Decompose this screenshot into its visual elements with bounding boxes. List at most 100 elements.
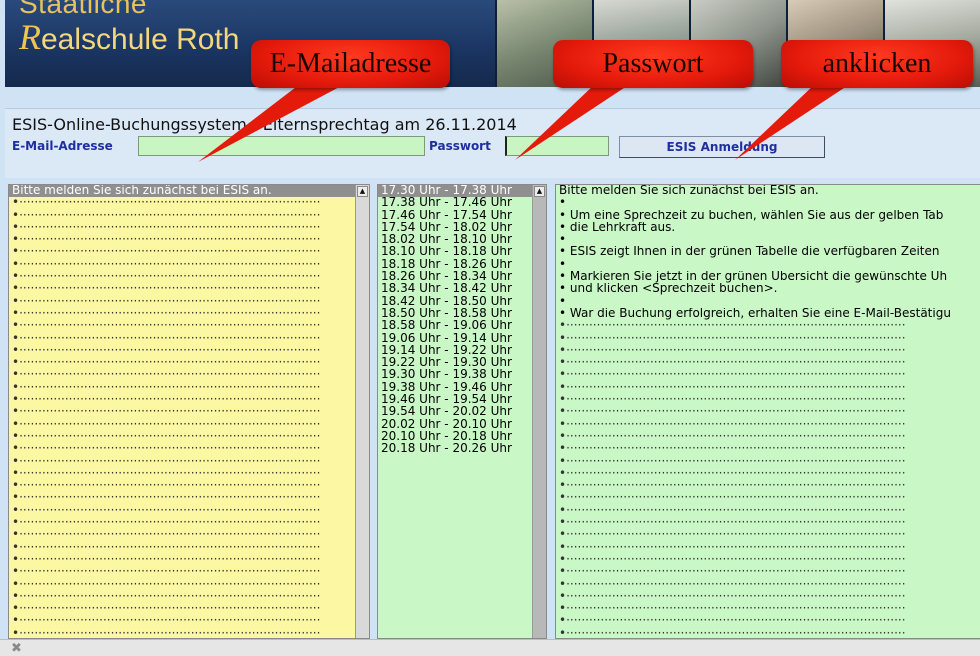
time-slot-item[interactable]: 18.02 Uhr - 18.10 Uhr [378, 234, 532, 246]
time-slot-item[interactable]: 19.38 Uhr - 19.46 Uhr [378, 382, 532, 394]
time-slot-item[interactable]: 18.18 Uhr - 18.26 Uhr [378, 259, 532, 271]
time-slot-item[interactable]: 17.38 Uhr - 17.46 Uhr [378, 197, 532, 209]
teacher-list-item[interactable]: •·······································… [9, 394, 355, 406]
teacher-list-item[interactable]: •·······································… [9, 345, 355, 357]
school-logo-r: R [19, 17, 41, 57]
teacher-list-item[interactable]: •·······································… [9, 517, 355, 529]
empty-instruction-row: •·······································… [559, 480, 906, 493]
teacher-list-item[interactable]: •·······································… [9, 382, 355, 394]
time-slot-item[interactable]: 19.14 Uhr - 19.22 Uhr [378, 345, 532, 357]
time-slot-item[interactable]: 18.26 Uhr - 18.34 Uhr [378, 271, 532, 283]
instructions-panel: Bitte melden Sie sich zunächst bei ESIS … [555, 184, 980, 639]
empty-instruction-row: •·······································… [559, 578, 906, 591]
time-slot-item[interactable]: 19.06 Uhr - 19.14 Uhr [378, 333, 532, 345]
password-field[interactable] [505, 136, 609, 156]
time-slot-item[interactable]: 20.10 Uhr - 20.18 Uhr [378, 431, 532, 443]
teacher-list-item[interactable]: •·······································… [9, 542, 355, 554]
time-slot-item[interactable]: 18.58 Uhr - 19.06 Uhr [378, 320, 532, 332]
instruction-line: • Um eine Sprechzeit zu buchen, wählen S… [559, 209, 944, 222]
teacher-list-item[interactable]: •·······································… [9, 308, 355, 320]
teacher-list-item[interactable]: •·······································… [9, 369, 355, 381]
teacher-list-item[interactable]: •·······································… [9, 283, 355, 295]
teacher-list[interactable]: Bitte melden Sie sich zunächst bei ESIS … [8, 184, 370, 639]
teacher-list-item[interactable]: •·······································… [9, 591, 355, 603]
teacher-list-item[interactable]: •·······································… [9, 357, 355, 369]
scroll-up-arrow-icon[interactable]: ▲ [534, 186, 545, 197]
teacher-list-item[interactable]: •·······································… [9, 554, 355, 566]
instruction-line: • und klicken <Sprechzeit buchen>. [559, 283, 778, 296]
time-slot-item[interactable]: 17.46 Uhr - 17.54 Uhr [378, 210, 532, 222]
time-slot-item[interactable]: 20.02 Uhr - 20.10 Uhr [378, 419, 532, 431]
teacher-list-item[interactable]: •·······································… [9, 603, 355, 615]
teacher-list-item[interactable]: •·······································… [9, 197, 355, 209]
time-slot-item[interactable]: 17.54 Uhr - 18.02 Uhr [378, 222, 532, 234]
teacher-list-item[interactable]: •·······································… [9, 615, 355, 627]
callout-email: E-Mailadresse [251, 40, 450, 88]
school-name-text: ealschule Roth [41, 23, 240, 56]
teacher-list-item[interactable]: •·······································… [9, 333, 355, 345]
teacher-list-item[interactable]: •·······································… [9, 259, 355, 271]
teacher-list-item[interactable]: •·······································… [9, 406, 355, 418]
empty-instruction-row: •·······································… [559, 504, 906, 517]
time-slot-item[interactable]: 18.50 Uhr - 18.58 Uhr [378, 308, 532, 320]
empty-instruction-row: •·······································… [559, 553, 906, 566]
time-slot-item[interactable]: 20.18 Uhr - 20.26 Uhr [378, 443, 532, 455]
esis-login-button[interactable]: ESIS Anmeldung [619, 136, 825, 158]
scroll-up-arrow-icon[interactable]: ▲ [357, 186, 368, 197]
time-slot-item[interactable]: 19.46 Uhr - 19.54 Uhr [378, 394, 532, 406]
teacher-list-item[interactable]: •·······································… [9, 271, 355, 283]
teacher-list-item[interactable]: •·······································… [9, 210, 355, 222]
time-slot-item[interactable]: 17.30 Uhr - 17.38 Uhr [378, 185, 532, 198]
teacher-list-item[interactable]: •·······································… [9, 529, 355, 541]
instruction-line: • ESIS zeigt Ihnen in der grünen Tabelle… [559, 246, 940, 259]
time-slot-list[interactable]: 17.30 Uhr - 17.38 Uhr 17.38 Uhr - 17.46 U… [377, 184, 547, 639]
instruction-line: • [559, 197, 567, 210]
teacher-list-item[interactable]: •·······································… [9, 296, 355, 308]
empty-instruction-row: •·······································… [559, 406, 906, 419]
teacher-list-item[interactable]: •·······································… [9, 566, 355, 578]
empty-instruction-row: •·······································… [559, 369, 906, 382]
time-slot-item[interactable]: 19.30 Uhr - 19.38 Uhr [378, 369, 532, 381]
teacher-list-item[interactable]: •·······································… [9, 443, 355, 455]
bottom-bar: ✖ [0, 639, 980, 656]
empty-instruction-row: •·······································… [559, 603, 906, 616]
page-title: ESIS-Online-Buchungssystem - Elternsprec… [12, 115, 517, 134]
empty-instruction-row: •·······································… [559, 492, 906, 505]
teacher-list-item[interactable]: •·······································… [9, 234, 355, 246]
teacher-list-item[interactable]: •·······································… [9, 492, 355, 504]
time-slot-item[interactable]: 18.10 Uhr - 18.18 Uhr [378, 246, 532, 258]
teacher-list-item[interactable]: •·······································… [9, 480, 355, 492]
teacher-list-item[interactable]: •·······································… [9, 456, 355, 468]
email-field[interactable] [138, 136, 425, 156]
teacher-list-item[interactable]: •·······································… [9, 222, 355, 234]
instruction-line: • [559, 258, 567, 271]
teacher-list-item[interactable]: •·······································… [9, 419, 355, 431]
teacher-list-item[interactable]: •·······································… [9, 431, 355, 443]
empty-instruction-row: •·······································… [559, 332, 906, 345]
instruction-line: • [559, 295, 567, 308]
callout-click: anklicken [781, 40, 973, 88]
time-slot-list-scrollbar[interactable]: ▲ [532, 185, 546, 638]
time-slot-item[interactable]: 18.42 Uhr - 18.50 Uhr [378, 296, 532, 308]
empty-instruction-row: •·······································… [559, 344, 906, 357]
time-slot-item[interactable]: 19.54 Uhr - 20.02 Uhr [378, 406, 532, 418]
teacher-list-item[interactable]: •·······································… [9, 320, 355, 332]
teacher-list-header[interactable]: Bitte melden Sie sich zunächst bei ESIS … [9, 185, 355, 198]
empty-instruction-row: •·······································… [559, 418, 906, 431]
teacher-list-item[interactable]: •·······································… [9, 579, 355, 591]
teacher-list-item[interactable]: •·······································… [9, 468, 355, 480]
school-name-line2: Realschule Roth [19, 16, 239, 58]
teacher-list-item[interactable]: •·······································… [9, 505, 355, 517]
empty-instruction-row: •·······································… [559, 615, 906, 628]
time-slot-item[interactable]: 19.22 Uhr - 19.30 Uhr [378, 357, 532, 369]
teacher-list-scrollbar[interactable]: ▲ [355, 185, 369, 638]
time-slot-item[interactable]: 18.34 Uhr - 18.42 Uhr [378, 283, 532, 295]
teacher-list-item[interactable]: •·······································… [9, 246, 355, 258]
close-icon[interactable]: ✖ [11, 641, 22, 656]
teacher-list-item[interactable]: •·······································… [9, 628, 355, 638]
empty-instruction-row: •·······································… [559, 627, 906, 639]
empty-instruction-row: •·······································… [559, 517, 906, 530]
empty-instruction-row: •·······································… [559, 430, 906, 443]
login-form: ESIS-Online-Buchungssystem - Elternsprec… [5, 108, 980, 178]
instruction-line: Bitte melden Sie sich zunächst bei ESIS … [559, 185, 819, 197]
